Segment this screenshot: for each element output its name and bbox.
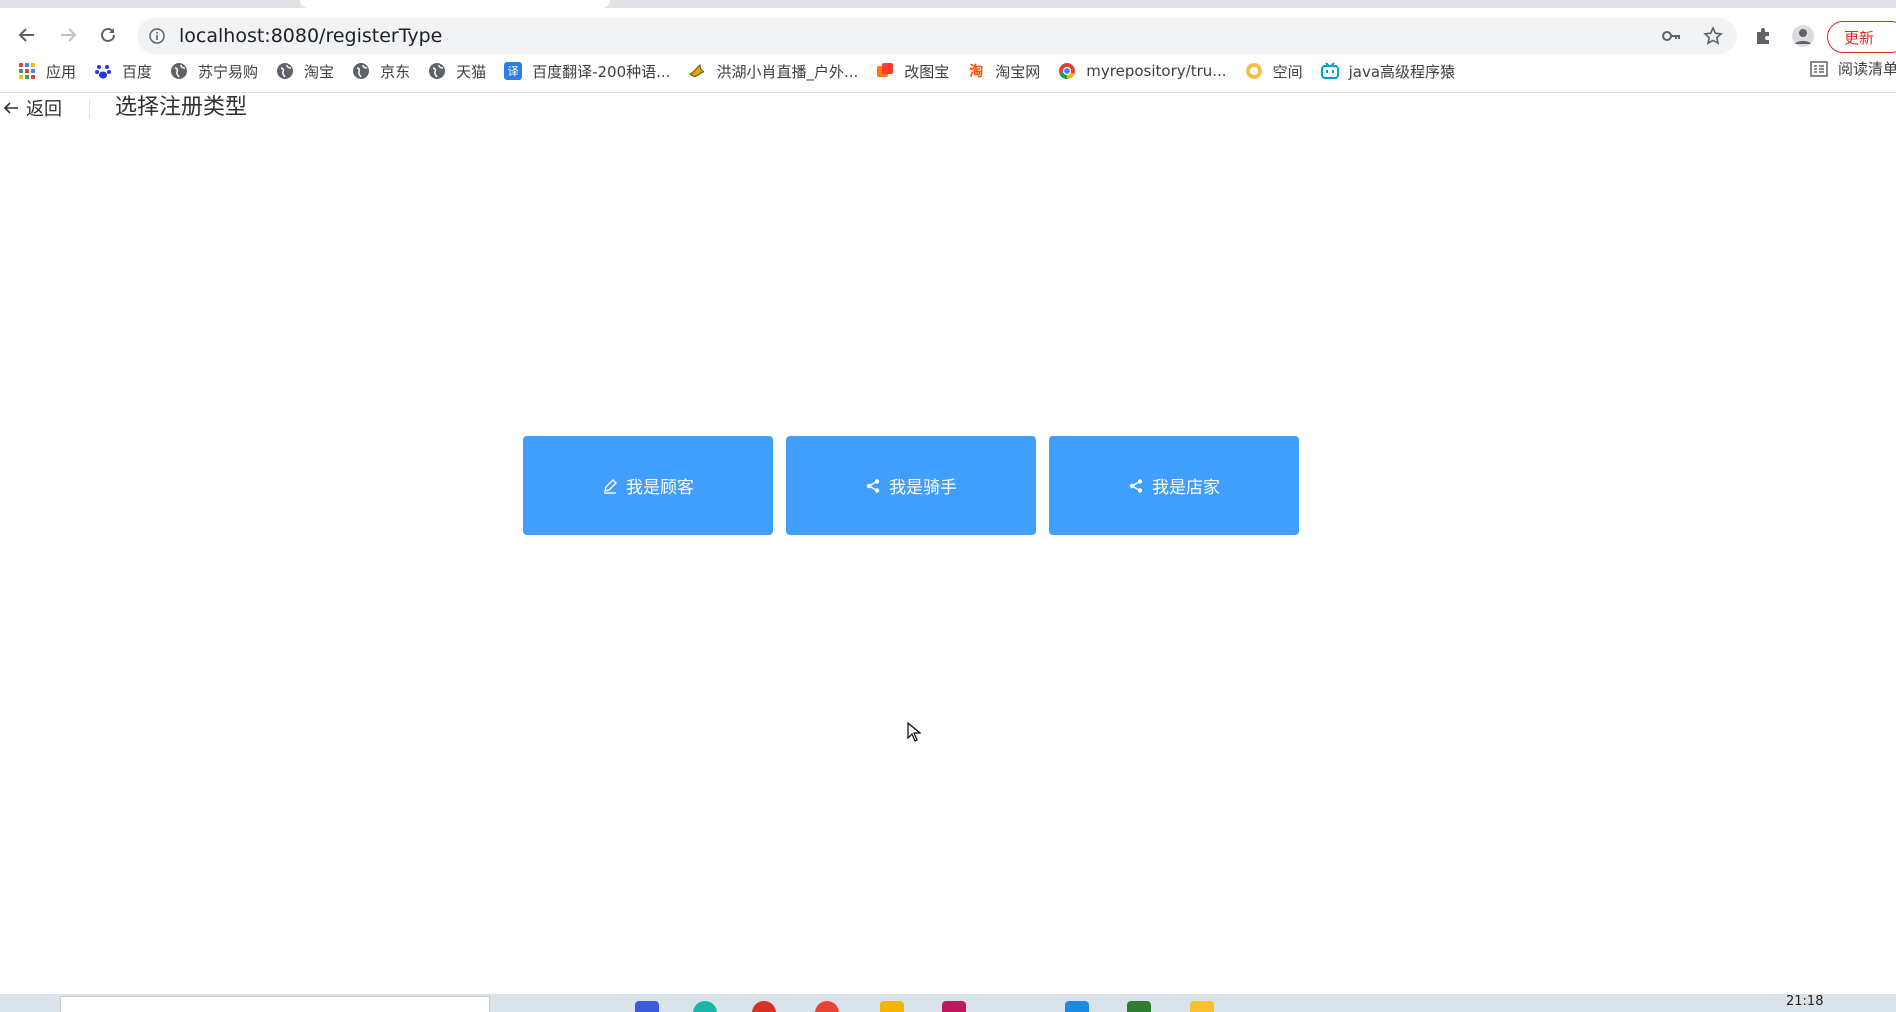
taskbar-app-icon[interactable] [635,1001,659,1012]
update-label: 更新 [1844,28,1875,47]
browser-toolbar: localhost:8080/registerType 更新 [0,8,1896,54]
url-text[interactable]: localhost:8080/registerType [179,25,442,47]
bookmark-jd[interactable]: 京东 [352,61,410,82]
back-arrow-icon [2,99,20,117]
tab-strip [0,0,1896,8]
customer-button-label: 我是顾客 [626,478,694,497]
profile-avatar-icon[interactable] [1789,22,1817,50]
bookmark-bilibili[interactable]: java高级程序猿 [1320,61,1456,82]
bookmark-suning[interactable]: 苏宁易购 [170,61,258,82]
bookmark-baidu-translate[interactable]: 译 百度翻译-200种语... [504,61,670,82]
apps-grid-icon [18,62,36,80]
baidu-paw-icon [94,62,112,80]
taskbar-app-icon[interactable] [1065,1001,1089,1012]
share-icon [1128,478,1144,494]
taobao-icon: 淘 [969,64,984,80]
forward-arrow-icon[interactable] [52,19,84,51]
reading-list-icon [1810,60,1828,78]
bookmark-label: 淘宝 [304,62,335,81]
bookmark-label: 改图宝 [904,62,950,81]
info-icon[interactable] [149,28,165,44]
header-divider [89,100,90,118]
bookmark-tmall[interactable]: 天猫 [428,61,486,82]
bookmark-label: 苏宁易购 [198,62,259,81]
bookmark-label: myrepository/tru... [1086,62,1227,80]
bookmark-baidu[interactable]: 百度 [94,61,152,82]
taskbar-chrome-icon[interactable] [752,1001,776,1012]
back-button[interactable]: 返回 [2,93,62,123]
taskbar-search-input[interactable] [60,996,490,1012]
taskbar-app-icon[interactable] [942,1001,966,1012]
taskbar-clock[interactable]: 21:18 [1786,994,1823,1009]
bilibili-icon [1320,62,1339,80]
taskbar-app-icon[interactable] [815,1001,839,1012]
back-label: 返回 [26,99,62,120]
globe-icon [170,62,188,80]
extensions-icon[interactable] [1749,22,1777,50]
bookmark-label: 应用 [46,62,77,81]
taskbar-app-icon[interactable] [693,1001,717,1012]
taskbar-app-icon[interactable] [1127,1001,1151,1012]
bookmark-qzone[interactable]: 空间 [1245,61,1303,82]
stack-icon [876,62,894,80]
globe-icon [276,62,294,80]
back-arrow-icon[interactable] [11,19,43,51]
update-button[interactable]: 更新 [1827,21,1896,53]
merchant-button[interactable]: 我是店家 [1049,436,1299,535]
bookmark-label: 百度 [122,62,153,81]
bookmark-label: 空间 [1272,62,1303,81]
bookmark-label: 天猫 [456,62,487,81]
bookmark-gaitubao[interactable]: 改图宝 [876,61,949,82]
rider-button[interactable]: 我是骑手 [786,436,1036,535]
bookmark-apps[interactable]: 应用 [18,61,76,82]
taskbar: 21:18 [0,994,1896,1012]
mouse-cursor-icon [907,721,922,746]
chrome-icon [1058,62,1076,80]
merchant-button-label: 我是店家 [1152,478,1220,497]
share-icon [865,478,881,494]
star-icon[interactable] [1703,26,1723,50]
active-tab[interactable] [300,0,610,8]
bookmark-label: 淘宝网 [995,62,1041,81]
bookmark-taobao[interactable]: 淘宝 [276,61,334,82]
taskbar-app-icon[interactable] [1190,1001,1214,1012]
register-type-buttons: 我是顾客 我是骑手 我是店家 [523,436,1299,535]
reading-list-label: 阅读清单 [1838,60,1896,78]
page-title: 选择注册类型 [115,95,248,120]
page-header: 返回 选择注册类型 [0,93,1896,123]
globe-icon [428,62,446,80]
qzone-icon [1245,62,1263,80]
address-bar[interactable]: localhost:8080/registerType [137,18,1737,54]
globe-icon [352,62,370,80]
bookmark-label: 百度翻译-200种语... [532,62,671,81]
bookmark-label: 洪湖小肖直播_户外... [716,62,859,81]
reload-icon[interactable] [92,19,124,51]
bird-icon [688,62,706,80]
bookmark-label: 京东 [380,62,411,81]
key-icon[interactable] [1661,26,1681,50]
customer-button[interactable]: 我是顾客 [523,436,773,535]
bookmark-label: java高级程序猿 [1348,62,1456,81]
edit-icon [602,478,618,494]
bookmark-myrepository[interactable]: myrepository/tru... [1058,62,1227,80]
rider-button-label: 我是骑手 [889,478,957,497]
reading-list[interactable]: 阅读清单 [1808,58,1896,79]
bookmark-live[interactable]: 洪湖小肖直播_户外... [688,61,858,82]
translate-icon: 译 [504,62,523,80]
bookmark-taobao-net[interactable]: 淘 淘宝网 [967,61,1040,82]
taskbar-folder-icon[interactable] [880,1001,904,1012]
bookmarks-bar: 应用 百度 苏宁易购 淘宝 京东 天猫 译 百度翻译-200种语... 洪湖小肖… [0,56,1896,86]
